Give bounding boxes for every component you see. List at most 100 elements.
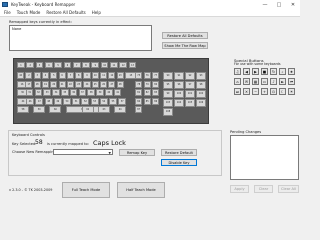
search-icon[interactable]: ⌕ (279, 68, 286, 75)
clear-button[interactable]: Clear (254, 185, 273, 193)
keyboard-key[interactable]: 99 (163, 90, 173, 98)
keyboard-key[interactable]: 93 (196, 72, 206, 80)
keyboard-key[interactable]: 90 (163, 72, 173, 80)
remapped-keys-list[interactable]: None (9, 25, 152, 51)
keyboard-key[interactable]: 9 (91, 62, 100, 68)
keyboard-key[interactable]: 63 (98, 106, 110, 113)
pending-changes-list[interactable] (230, 135, 299, 180)
calculator-icon[interactable]: ▦ (252, 78, 259, 85)
volume-up-icon[interactable]: + (261, 88, 268, 95)
keyboard-key[interactable]: 27 (108, 80, 116, 88)
keyboard-key[interactable]: 76 (143, 72, 151, 79)
keyboard-key[interactable]: 39 (96, 89, 104, 96)
volume-down-icon[interactable]: − (252, 88, 259, 95)
keyboard-key[interactable]: 1 (17, 62, 25, 68)
remap-key-button[interactable]: Remap Key (119, 149, 155, 156)
keyboard-key[interactable]: 50 (63, 97, 71, 105)
star-icon[interactable]: ★ (288, 68, 295, 75)
keyboard-key[interactable]: 34 (52, 89, 60, 96)
keyboard-key[interactable]: 96 (174, 81, 184, 89)
keyboard-key[interactable]: 32 (34, 89, 43, 96)
keyboard-key[interactable]: 49 (53, 97, 62, 105)
remapping-dropdown[interactable]: ▼ (53, 149, 113, 155)
keyboard-key[interactable]: 55 (109, 97, 117, 105)
keyboard-key[interactable]: 26 (100, 80, 108, 88)
keyboard-key[interactable]: 35 (61, 89, 69, 96)
keyboard-key[interactable]: 17 (25, 80, 33, 88)
keyboard-key[interactable]: 83 (152, 89, 160, 96)
keyboard-key[interactable]: 10 (91, 72, 99, 79)
keyboard-key[interactable]: 21 (58, 80, 66, 88)
keyboard-key[interactable]: 106 (196, 99, 206, 107)
keyboard-key[interactable]: 57 (118, 97, 127, 105)
keyboard-key[interactable]: 58 (17, 106, 29, 113)
keyboard-key[interactable]: 5 (50, 72, 58, 79)
keyboard-key[interactable]: 12 (119, 62, 128, 68)
keyboard-key[interactable]: 62 (81, 106, 94, 113)
next-icon[interactable]: ⏭ (234, 88, 241, 95)
keyboard-key[interactable]: 38 (87, 89, 95, 96)
keyboard-key[interactable]: 60 (49, 106, 62, 113)
keyboard-key[interactable]: 7 (72, 62, 81, 68)
keyboard-key[interactable]: 80 (152, 80, 160, 88)
keyboard-key[interactable]: 64 (114, 106, 127, 113)
menu-file[interactable]: File (4, 10, 11, 15)
keyboard-key[interactable]: 98 (196, 81, 206, 89)
show-raw-map-button[interactable]: Show Me The Raw Map (162, 42, 208, 49)
back-icon[interactable]: ◀ (243, 68, 250, 75)
keyboard-key[interactable]: 8 (75, 72, 83, 79)
prev-icon[interactable]: ⏮ (288, 78, 295, 85)
forward-icon[interactable]: ▶ (252, 68, 259, 75)
keyboard-key[interactable]: 42 (17, 72, 25, 79)
keyboard-key[interactable]: 13 (128, 62, 137, 68)
refresh-icon[interactable]: ↻ (270, 68, 277, 75)
play-icon[interactable]: ► (279, 78, 286, 85)
keyboard-key[interactable]: 51 (72, 97, 81, 105)
wake-icon[interactable]: ☀ (288, 88, 295, 95)
maximize-button[interactable]: □ (272, 0, 286, 9)
keyboard-key[interactable]: 5 (54, 62, 62, 68)
mute-icon[interactable]: ✕ (243, 88, 250, 95)
media-icon[interactable]: ♫ (234, 68, 241, 75)
keyboard-key[interactable]: 53 (90, 97, 99, 105)
computer-icon[interactable]: ▭ (261, 78, 268, 85)
keyboard-key[interactable]: 52 (81, 97, 90, 105)
keyboard-key[interactable]: 82 (143, 89, 151, 96)
clear-all-button[interactable]: Clear All (278, 185, 299, 193)
keyboard-key[interactable]: 91 (174, 72, 184, 80)
full-teach-mode-button[interactable]: Full Teach Mode (62, 182, 110, 198)
keyboard-key[interactable]: 92 (185, 72, 195, 80)
keyboard-key[interactable]: 84 (135, 97, 143, 105)
keyboard-key[interactable]: 11 (100, 72, 108, 79)
keyboard-key[interactable]: 97 (185, 81, 195, 89)
keyboard-key[interactable]: 12 (108, 72, 116, 79)
minimize-button[interactable]: — (258, 0, 272, 9)
keyboard-key[interactable]: 105 (185, 99, 195, 107)
keyboard-key[interactable]: 40 (105, 89, 113, 96)
keyboard-key[interactable]: 2 (26, 62, 35, 68)
keyboard-key[interactable]: 85 (143, 97, 151, 105)
keyboard-key[interactable]: 13 (116, 72, 124, 79)
keyboard-key[interactable]: 75 (135, 72, 143, 79)
keyboard-key[interactable]: 37 (78, 89, 87, 96)
keyboard-key[interactable]: 87 (135, 106, 143, 113)
menu-help[interactable]: Help (92, 10, 101, 15)
keyboard-key[interactable]: 23 (75, 80, 83, 88)
stop-icon[interactable]: ■ (261, 68, 268, 75)
mail-icon[interactable]: ✉ (243, 78, 250, 85)
keyboard-key[interactable]: 28 (116, 80, 124, 88)
keyboard-key[interactable]: 7 (66, 72, 74, 79)
keyboard-key[interactable]: 2 (25, 72, 33, 79)
keyboard-key[interactable]: 103 (163, 99, 173, 107)
keyboard-key[interactable]: 101 (185, 90, 195, 98)
keyboard-key[interactable]: 100 (174, 90, 184, 98)
keyboard-key[interactable]: 36 (69, 89, 78, 96)
keyboard-key[interactable]: 3 (35, 62, 44, 68)
keyboard-key[interactable]: 24 (83, 80, 91, 88)
apply-button[interactable]: Apply (230, 185, 249, 193)
keyboard-key[interactable]: 11 (110, 62, 118, 68)
keyboard-key[interactable]: 6 (63, 62, 72, 68)
keyboard-key[interactable]: 59 (33, 106, 46, 113)
keyboard-key[interactable]: 8 (82, 62, 90, 68)
keyboard-key[interactable]: 48 (44, 97, 53, 105)
